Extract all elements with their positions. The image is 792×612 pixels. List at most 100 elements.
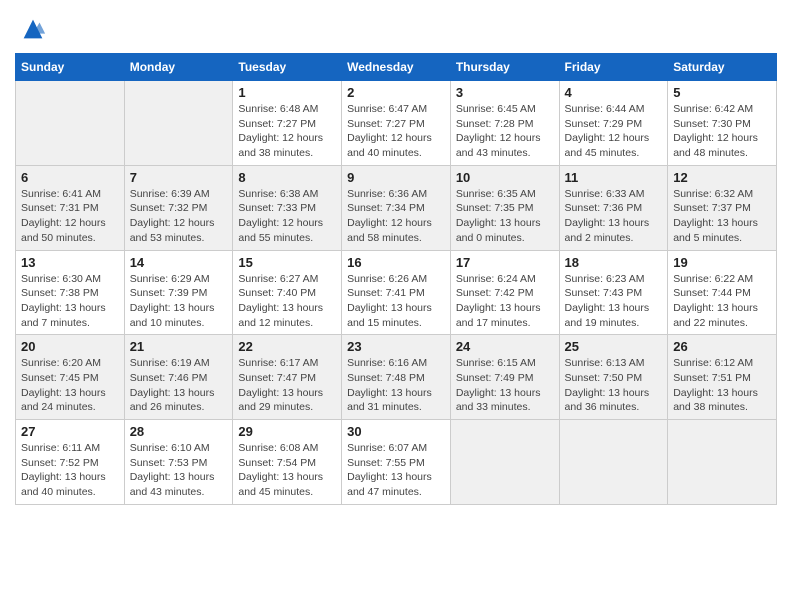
day-info: Sunrise: 6:10 AMSunset: 7:53 PMDaylight:… xyxy=(130,441,228,500)
day-number: 30 xyxy=(347,424,445,439)
calendar-cell: 21Sunrise: 6:19 AMSunset: 7:46 PMDayligh… xyxy=(124,335,233,420)
calendar-cell: 5 Sunrise: 6:42 AMSunset: 7:30 PMDaylight… xyxy=(668,81,777,166)
day-info: Sunrise: 6:15 AMSunset: 7:49 PMDaylight:… xyxy=(456,356,554,415)
day-number: 27 xyxy=(21,424,119,439)
day-number: 3 xyxy=(456,85,554,100)
day-number: 22 xyxy=(238,339,336,354)
day-number: 12 xyxy=(673,170,771,185)
day-info: Sunrise: 6:47 AMSunset: 7:27 PMDaylight:… xyxy=(347,102,445,161)
day-number: 20 xyxy=(21,339,119,354)
calendar-cell: 1Sunrise: 6:48 AMSunset: 7:27 PMDaylight… xyxy=(233,81,342,166)
calendar-cell xyxy=(668,420,777,505)
weekday-header-saturday: Saturday xyxy=(668,54,777,81)
calendar-cell: 24 Sunrise: 6:15 AMSunset: 7:49 PMDayligh… xyxy=(450,335,559,420)
day-info: Sunrise: 6:07 AMSunset: 7:55 PMDaylight:… xyxy=(347,441,445,500)
day-info: Sunrise: 6:42 AMSunset: 7:30 PMDaylight:… xyxy=(673,102,771,161)
day-number: 16 xyxy=(347,255,445,270)
day-info: Sunrise: 6:38 AMSunset: 7:33 PMDaylight:… xyxy=(238,187,336,246)
calendar-cell: 18 Sunrise: 6:23 AMSunset: 7:43 PMDayligh… xyxy=(559,250,668,335)
day-info: Sunrise: 6:41 AMSunset: 7:31 PMDaylight:… xyxy=(21,187,119,246)
calendar-cell: 9 Sunrise: 6:36 AMSunset: 7:34 PMDaylight… xyxy=(342,165,451,250)
day-number: 5 xyxy=(673,85,771,100)
page-header xyxy=(15,15,777,43)
week-row-4: 20 Sunrise: 6:20 AMSunset: 7:45 PMDayligh… xyxy=(16,335,777,420)
day-number: 19 xyxy=(673,255,771,270)
calendar-cell: 10 Sunrise: 6:35 AMSunset: 7:35 PMDayligh… xyxy=(450,165,559,250)
logo-icon xyxy=(19,15,47,43)
day-info: Sunrise: 6:26 AMSunset: 7:41 PMDaylight:… xyxy=(347,272,445,331)
day-number: 17 xyxy=(456,255,554,270)
day-number: 13 xyxy=(21,255,119,270)
day-info: Sunrise: 6:16 AMSunset: 7:48 PMDaylight:… xyxy=(347,356,445,415)
calendar-cell: 15 Sunrise: 6:27 AMSunset: 7:40 PMDayligh… xyxy=(233,250,342,335)
weekday-header-row: SundayMondayTuesdayWednesdayThursdayFrid… xyxy=(16,54,777,81)
day-number: 28 xyxy=(130,424,228,439)
calendar-cell: 30 Sunrise: 6:07 AMSunset: 7:55 PMDayligh… xyxy=(342,420,451,505)
day-info: Sunrise: 6:11 AMSunset: 7:52 PMDaylight:… xyxy=(21,441,119,500)
day-info: Sunrise: 6:32 AMSunset: 7:37 PMDaylight:… xyxy=(673,187,771,246)
day-number: 26 xyxy=(673,339,771,354)
calendar-cell: 4Sunrise: 6:44 AMSunset: 7:29 PMDaylight… xyxy=(559,81,668,166)
day-info: Sunrise: 6:36 AMSunset: 7:34 PMDaylight:… xyxy=(347,187,445,246)
calendar-cell: 22 Sunrise: 6:17 AMSunset: 7:47 PMDayligh… xyxy=(233,335,342,420)
calendar-cell: 25 Sunrise: 6:13 AMSunset: 7:50 PMDayligh… xyxy=(559,335,668,420)
calendar-cell: 17 Sunrise: 6:24 AMSunset: 7:42 PMDayligh… xyxy=(450,250,559,335)
day-info: Sunrise: 6:33 AMSunset: 7:36 PMDaylight:… xyxy=(565,187,663,246)
day-number: 15 xyxy=(238,255,336,270)
logo xyxy=(15,15,47,43)
day-info: Sunrise: 6:44 AMSunset: 7:29 PMDaylight:… xyxy=(565,102,663,161)
day-info: Sunrise: 6:35 AMSunset: 7:35 PMDaylight:… xyxy=(456,187,554,246)
day-number: 9 xyxy=(347,170,445,185)
day-number: 25 xyxy=(565,339,663,354)
week-row-5: 27 Sunrise: 6:11 AMSunset: 7:52 PMDayligh… xyxy=(16,420,777,505)
weekday-header-sunday: Sunday xyxy=(16,54,125,81)
day-number: 14 xyxy=(130,255,228,270)
calendar-cell: 20 Sunrise: 6:20 AMSunset: 7:45 PMDayligh… xyxy=(16,335,125,420)
day-number: 23 xyxy=(347,339,445,354)
day-info: Sunrise: 6:45 AMSunset: 7:28 PMDaylight:… xyxy=(456,102,554,161)
calendar-cell: 6 Sunrise: 6:41 AMSunset: 7:31 PMDaylight… xyxy=(16,165,125,250)
day-info: Sunrise: 6:48 AMSunset: 7:27 PMDaylight:… xyxy=(238,102,336,161)
week-row-3: 13Sunrise: 6:30 AMSunset: 7:38 PMDayligh… xyxy=(16,250,777,335)
weekday-header-wednesday: Wednesday xyxy=(342,54,451,81)
calendar-cell: 26 Sunrise: 6:12 AMSunset: 7:51 PMDayligh… xyxy=(668,335,777,420)
week-row-1: 1Sunrise: 6:48 AMSunset: 7:27 PMDaylight… xyxy=(16,81,777,166)
day-number: 18 xyxy=(565,255,663,270)
calendar-cell xyxy=(124,81,233,166)
calendar-cell: 19 Sunrise: 6:22 AMSunset: 7:44 PMDayligh… xyxy=(668,250,777,335)
calendar-cell: 12 Sunrise: 6:32 AMSunset: 7:37 PMDayligh… xyxy=(668,165,777,250)
weekday-header-tuesday: Tuesday xyxy=(233,54,342,81)
weekday-header-thursday: Thursday xyxy=(450,54,559,81)
day-info: Sunrise: 6:12 AMSunset: 7:51 PMDaylight:… xyxy=(673,356,771,415)
day-number: 10 xyxy=(456,170,554,185)
calendar-cell: 28 Sunrise: 6:10 AMSunset: 7:53 PMDayligh… xyxy=(124,420,233,505)
calendar-cell: 13Sunrise: 6:30 AMSunset: 7:38 PMDayligh… xyxy=(16,250,125,335)
calendar-cell: 16 Sunrise: 6:26 AMSunset: 7:41 PMDayligh… xyxy=(342,250,451,335)
day-info: Sunrise: 6:24 AMSunset: 7:42 PMDaylight:… xyxy=(456,272,554,331)
weekday-header-monday: Monday xyxy=(124,54,233,81)
weekday-header-friday: Friday xyxy=(559,54,668,81)
calendar-cell xyxy=(450,420,559,505)
day-info: Sunrise: 6:17 AMSunset: 7:47 PMDaylight:… xyxy=(238,356,336,415)
day-info: Sunrise: 6:23 AMSunset: 7:43 PMDaylight:… xyxy=(565,272,663,331)
day-info: Sunrise: 6:13 AMSunset: 7:50 PMDaylight:… xyxy=(565,356,663,415)
day-info: Sunrise: 6:22 AMSunset: 7:44 PMDaylight:… xyxy=(673,272,771,331)
calendar-cell xyxy=(559,420,668,505)
calendar-cell: 11 Sunrise: 6:33 AMSunset: 7:36 PMDayligh… xyxy=(559,165,668,250)
calendar-cell: 7Sunrise: 6:39 AMSunset: 7:32 PMDaylight… xyxy=(124,165,233,250)
calendar-cell: 2Sunrise: 6:47 AMSunset: 7:27 PMDaylight… xyxy=(342,81,451,166)
day-number: 29 xyxy=(238,424,336,439)
calendar-cell: 8 Sunrise: 6:38 AMSunset: 7:33 PMDaylight… xyxy=(233,165,342,250)
day-number: 6 xyxy=(21,170,119,185)
day-number: 8 xyxy=(238,170,336,185)
day-info: Sunrise: 6:20 AMSunset: 7:45 PMDaylight:… xyxy=(21,356,119,415)
day-number: 11 xyxy=(565,170,663,185)
day-number: 24 xyxy=(456,339,554,354)
calendar-cell: 3 Sunrise: 6:45 AMSunset: 7:28 PMDaylight… xyxy=(450,81,559,166)
calendar-cell xyxy=(16,81,125,166)
calendar-cell: 23 Sunrise: 6:16 AMSunset: 7:48 PMDayligh… xyxy=(342,335,451,420)
day-info: Sunrise: 6:27 AMSunset: 7:40 PMDaylight:… xyxy=(238,272,336,331)
week-row-2: 6 Sunrise: 6:41 AMSunset: 7:31 PMDaylight… xyxy=(16,165,777,250)
day-info: Sunrise: 6:29 AMSunset: 7:39 PMDaylight:… xyxy=(130,272,228,331)
calendar-cell: 14 Sunrise: 6:29 AMSunset: 7:39 PMDayligh… xyxy=(124,250,233,335)
